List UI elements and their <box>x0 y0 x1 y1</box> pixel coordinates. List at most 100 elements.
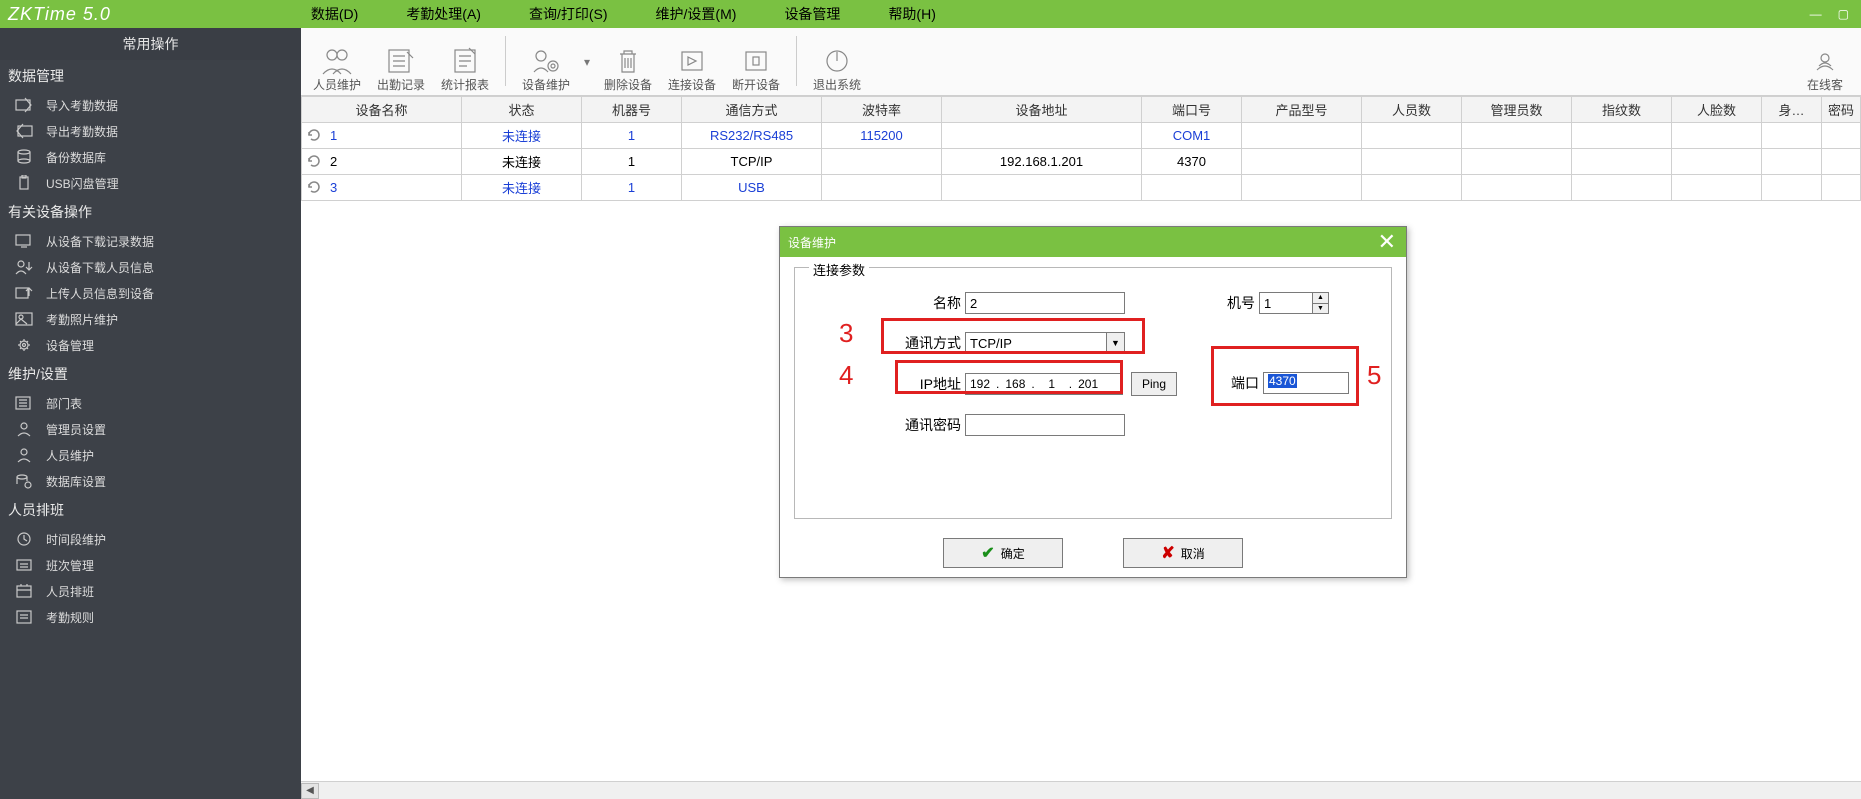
input-ip[interactable]: 192. 168. 1. 201 <box>965 373 1123 395</box>
tb-report[interactable]: 统计报表 <box>435 31 495 93</box>
tb-delete[interactable]: 删除设备 <box>598 31 658 93</box>
menubar: 数据(D) 考勤处理(A) 查询/打印(S) 维护/设置(M) 设备管理 帮助(… <box>311 4 1810 24</box>
table-header-row: 设备名称 状态 机器号 通信方式 波特率 设备地址 端口号 产品型号 人员数 管… <box>302 97 1861 123</box>
input-machine-no[interactable]: ▲▼ <box>1259 292 1329 314</box>
label-port: 端口 <box>1219 373 1259 393</box>
sidebar-item-usb[interactable]: USB闪盘管理 <box>0 170 301 196</box>
tb-disconnect[interactable]: 断开设备 <box>726 31 786 93</box>
dialog-title-bar[interactable]: 设备维护 ✕ <box>780 227 1406 257</box>
tb-online[interactable]: 在线客 <box>1795 31 1855 93</box>
clock-icon <box>14 530 34 548</box>
window-buttons: — ▢ <box>1810 7 1849 21</box>
toolbar-separator-2 <box>796 36 797 86</box>
sidebar-item-timeslot[interactable]: 时间段维护 <box>0 526 301 552</box>
shift-icon <box>14 556 34 574</box>
menu-help[interactable]: 帮助(H) <box>888 4 935 24</box>
sidebar-item-rules[interactable]: 考勤规则 <box>0 604 301 630</box>
th-addr[interactable]: 设备地址 <box>942 97 1142 123</box>
ok-button[interactable]: ✔确定 <box>943 538 1063 568</box>
th-port[interactable]: 端口号 <box>1142 97 1242 123</box>
export-icon <box>14 122 34 140</box>
gear-icon <box>14 336 34 354</box>
sidebar-item-import[interactable]: 导入考勤数据 <box>0 92 301 118</box>
th-status[interactable]: 状态 <box>462 97 582 123</box>
database-icon <box>14 148 34 166</box>
fieldset-legend: 连接参数 <box>809 260 869 279</box>
tb-device-dropdown[interactable]: ▾ <box>580 31 594 93</box>
sidebar-item-download-records[interactable]: 从设备下载记录数据 <box>0 228 301 254</box>
tb-attlog[interactable]: 出勤记录 <box>371 31 431 93</box>
tb-person[interactable]: 人员维护 <box>307 31 367 93</box>
input-password[interactable] <box>965 414 1125 436</box>
content-area: 人员维护 出勤记录 统计报表 设备维护 ▾ 删除设备 连接设备 断开设备 退出系… <box>301 28 1861 799</box>
list-icon <box>14 394 34 412</box>
database-gear-icon <box>14 472 34 490</box>
refresh-icon <box>306 179 322 195</box>
tb-connect[interactable]: 连接设备 <box>662 31 722 93</box>
input-port[interactable]: 4370 <box>1263 372 1349 394</box>
close-icon[interactable]: ✕ <box>1378 229 1396 255</box>
titlebar: ZKTime 5.0 数据(D) 考勤处理(A) 查询/打印(S) 维护/设置(… <box>0 0 1861 28</box>
tb-exit[interactable]: 退出系统 <box>807 31 867 93</box>
check-icon: ✔ <box>981 543 994 563</box>
sidebar-item-export[interactable]: 导出考勤数据 <box>0 118 301 144</box>
spin-up-icon[interactable]: ▲ <box>1313 293 1328 304</box>
cancel-button[interactable]: ✘取消 <box>1123 538 1243 568</box>
device-maintain-dialog: 设备维护 ✕ 连接参数 名称 机号 ▲▼ <box>779 226 1407 578</box>
th-fp[interactable]: 指纹数 <box>1572 97 1672 123</box>
th-model[interactable]: 产品型号 <box>1242 97 1362 123</box>
sidebar-item-download-personnel[interactable]: 从设备下载人员信息 <box>0 254 301 280</box>
label-machine-no: 机号 <box>1207 293 1255 313</box>
rules-icon <box>14 608 34 626</box>
person-icon <box>14 446 34 464</box>
input-name[interactable] <box>965 292 1125 314</box>
app-title: ZKTime 5.0 <box>8 4 111 25</box>
spin-down-icon[interactable]: ▼ <box>1313 304 1328 314</box>
sidebar-item-admin[interactable]: 管理员设置 <box>0 416 301 442</box>
connection-params-fieldset: 连接参数 名称 机号 ▲▼ <box>794 267 1392 519</box>
th-face[interactable]: 人脸数 <box>1672 97 1762 123</box>
sidebar-item-photo[interactable]: 考勤照片维护 <box>0 306 301 332</box>
label-comm: 通讯方式 <box>889 333 961 353</box>
th-height[interactable]: 身… <box>1762 97 1822 123</box>
cross-icon: ✘ <box>1161 543 1174 563</box>
marker-3: 3 <box>839 318 853 349</box>
sidebar-item-upload-personnel[interactable]: 上传人员信息到设备 <box>0 280 301 306</box>
monitor-icon <box>14 232 34 250</box>
table-row[interactable]: 1未连接1RS232/RS485115200COM1 <box>302 123 1861 149</box>
sidebar-item-person[interactable]: 人员维护 <box>0 442 301 468</box>
menu-query[interactable]: 查询/打印(S) <box>529 4 608 24</box>
th-admins[interactable]: 管理员数 <box>1462 97 1572 123</box>
th-comm[interactable]: 通信方式 <box>682 97 822 123</box>
dropdown-icon[interactable]: ▼ <box>1107 332 1125 354</box>
label-ip: IP地址 <box>903 374 961 394</box>
device-table: 设备名称 状态 机器号 通信方式 波特率 设备地址 端口号 产品型号 人员数 管… <box>301 96 1861 201</box>
th-name[interactable]: 设备名称 <box>302 97 462 123</box>
sidebar-item-shift[interactable]: 班次管理 <box>0 552 301 578</box>
table-row[interactable]: 3未连接1USB <box>302 175 1861 201</box>
horizontal-scrollbar[interactable]: ◀ <box>301 781 1861 799</box>
menu-data[interactable]: 数据(D) <box>311 4 358 24</box>
menu-maintain[interactable]: 维护/设置(M) <box>656 4 737 24</box>
sidebar-item-backup[interactable]: 备份数据库 <box>0 144 301 170</box>
th-baud[interactable]: 波特率 <box>822 97 942 123</box>
th-pwd[interactable]: 密码 <box>1822 97 1861 123</box>
maximize-icon[interactable]: ▢ <box>1838 7 1849 21</box>
tb-device[interactable]: 设备维护 <box>516 31 576 93</box>
th-machine-no[interactable]: 机器号 <box>582 97 682 123</box>
minimize-icon[interactable]: — <box>1810 7 1822 21</box>
th-users[interactable]: 人员数 <box>1362 97 1462 123</box>
label-password: 通讯密码 <box>889 415 961 435</box>
scroll-left-icon[interactable]: ◀ <box>301 783 319 799</box>
sidebar-item-schedule[interactable]: 人员排班 <box>0 578 301 604</box>
sidebar-item-db-setting[interactable]: 数据库设置 <box>0 468 301 494</box>
ping-button[interactable]: Ping <box>1131 372 1177 396</box>
sidebar-item-department[interactable]: 部门表 <box>0 390 301 416</box>
sidebar: 常用操作 数据管理 导入考勤数据 导出考勤数据 备份数据库 USB闪盘管理 有关… <box>0 28 301 799</box>
table-row[interactable]: 2未连接1TCP/IP192.168.1.2014370 <box>302 149 1861 175</box>
group-maint: 维护/设置 <box>0 358 301 390</box>
menu-device-mgmt[interactable]: 设备管理 <box>784 4 840 24</box>
sidebar-item-device-mgmt[interactable]: 设备管理 <box>0 332 301 358</box>
menu-attendance[interactable]: 考勤处理(A) <box>406 4 481 24</box>
select-comm[interactable] <box>965 332 1107 354</box>
